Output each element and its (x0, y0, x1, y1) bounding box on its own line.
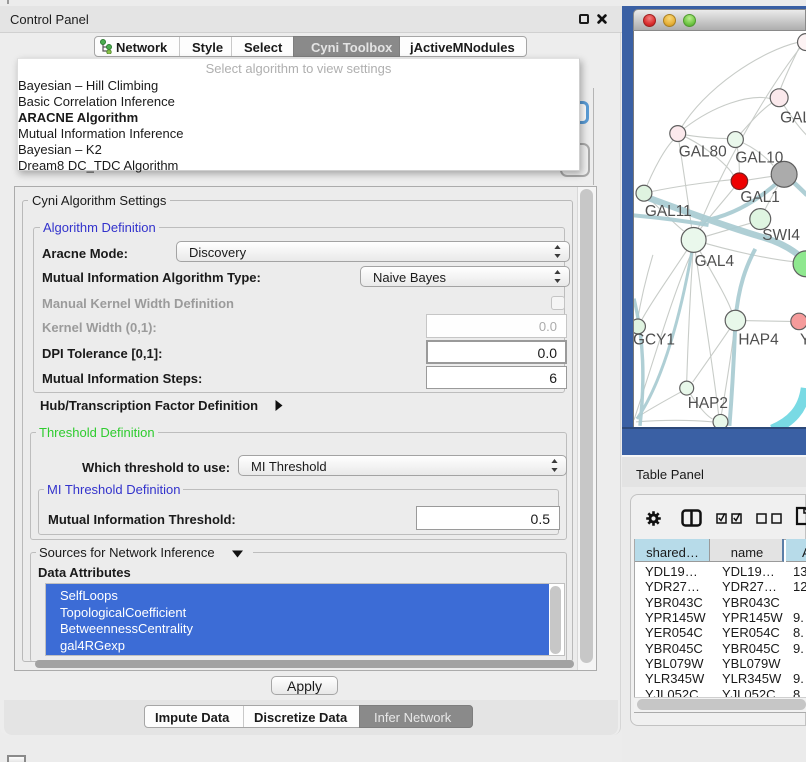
svg-text:SWI4: SWI4 (762, 227, 800, 244)
svg-text:GAL10: GAL10 (735, 149, 783, 166)
svg-text:GAL7: GAL7 (780, 110, 806, 127)
svg-text:HAP4: HAP4 (738, 331, 779, 348)
svg-text:GAL80: GAL80 (679, 143, 727, 160)
svg-text:YE: YE (800, 331, 806, 348)
svg-text:GAL11: GAL11 (645, 203, 692, 220)
svg-text:HAP2: HAP2 (688, 395, 728, 412)
svg-text:GAL4: GAL4 (695, 253, 735, 270)
svg-text:GCY1: GCY1 (633, 331, 675, 348)
svg-text:GAL1: GAL1 (740, 189, 779, 206)
